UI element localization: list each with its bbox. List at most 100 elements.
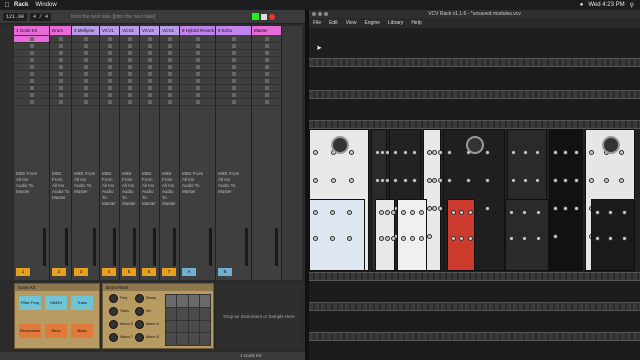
track-header[interactable]: 8 Hybrid Reverb	[180, 26, 215, 35]
stop-clip-icon[interactable]	[58, 100, 63, 104]
vcv-module[interactable]	[549, 129, 583, 271]
clip-slot[interactable]	[252, 43, 281, 50]
stop-clip-icon[interactable]	[195, 100, 200, 104]
clip-slot[interactable]	[50, 36, 71, 43]
jack[interactable]	[427, 234, 432, 239]
jack[interactable]	[385, 210, 391, 215]
drum-pad[interactable]	[166, 333, 177, 345]
jack[interactable]	[313, 178, 318, 183]
stop-clip-icon[interactable]	[195, 93, 200, 97]
routing-label[interactable]: Master	[102, 201, 119, 207]
clip-slot[interactable]	[120, 64, 139, 71]
jack[interactable]	[451, 236, 456, 241]
record-button[interactable]	[269, 13, 275, 20]
macro-knob[interactable]	[109, 320, 118, 329]
clip-slot[interactable]	[160, 43, 179, 50]
clip-slot[interactable]	[140, 50, 159, 57]
stop-clip-icon[interactable]	[29, 58, 34, 62]
clip-slot[interactable]	[50, 71, 71, 78]
clip-slot[interactable]	[120, 85, 139, 92]
track-activator[interactable]: 1	[16, 268, 30, 276]
track-header[interactable]: 9 Echo	[216, 26, 251, 35]
track-2[interactable]: 3 Mellyme MIDI From All Ins Audio To Master 3	[72, 26, 100, 280]
vcv-menu-item[interactable]: View	[346, 20, 357, 26]
clip-slot[interactable]	[50, 50, 71, 57]
jack[interactable]	[329, 210, 335, 215]
stop-clip-icon[interactable]	[264, 100, 269, 104]
track-activator[interactable]: 4	[102, 268, 116, 276]
stop-clip-icon[interactable]	[127, 72, 132, 76]
stop-clip-icon[interactable]	[264, 86, 269, 90]
routing-label[interactable]: MIDI From	[162, 171, 179, 183]
clip-slot[interactable]	[14, 99, 49, 106]
clip-slot[interactable]	[252, 50, 281, 57]
routing-label[interactable]: Audio To	[122, 189, 139, 201]
track-activator[interactable]: 3	[74, 268, 88, 276]
track-0[interactable]: 1 Gonk Kit MIDI From All Ins Audio To Master…	[14, 26, 50, 280]
jack[interactable]	[410, 236, 416, 241]
stop-clip-icon[interactable]	[264, 37, 269, 41]
jack[interactable]	[427, 150, 432, 155]
clip-slot[interactable]	[140, 64, 159, 71]
drum-pad-grid[interactable]	[165, 294, 211, 346]
routing-label[interactable]: Audio To	[142, 189, 159, 201]
stop-clip-icon[interactable]	[107, 44, 112, 48]
jack[interactable]	[467, 210, 473, 215]
drum-pad[interactable]	[177, 333, 188, 345]
clip-slot[interactable]	[120, 50, 139, 57]
stop-clip-icon[interactable]	[167, 65, 172, 69]
track-activator[interactable]: B	[218, 268, 232, 276]
stop-clip-icon[interactable]	[231, 58, 236, 62]
jack[interactable]	[402, 150, 408, 155]
macro-knob[interactable]	[135, 333, 144, 342]
clock[interactable]: Wed 4:23 PM	[588, 2, 624, 8]
stop-clip-icon[interactable]	[231, 93, 236, 97]
clip-slot[interactable]	[50, 43, 71, 50]
track-activator[interactable]: 5	[122, 268, 136, 276]
clip-slot[interactable]	[50, 85, 71, 92]
clip-slot[interactable]	[140, 36, 159, 43]
clip-slot[interactable]	[252, 85, 281, 92]
stop-clip-icon[interactable]	[29, 100, 34, 104]
drum-pad[interactable]	[177, 295, 188, 307]
jack[interactable]	[467, 236, 473, 241]
stop-clip-icon[interactable]	[83, 51, 88, 55]
track-4[interactable]: VCV2 MIDI From All Ins Audio To Master 5	[120, 26, 140, 280]
clip-slot[interactable]	[252, 71, 281, 78]
clip-slot[interactable]	[180, 71, 215, 78]
stop-clip-icon[interactable]	[58, 86, 63, 90]
clip-slot[interactable]	[100, 36, 119, 43]
drum-pad[interactable]	[166, 307, 177, 320]
clip-slot[interactable]	[72, 99, 99, 106]
clip-slot[interactable]	[160, 85, 179, 92]
stop-clip-icon[interactable]	[127, 37, 132, 41]
stop-clip-icon[interactable]	[83, 65, 88, 69]
clip-slot[interactable]	[252, 64, 281, 71]
vcv-menu-item[interactable]: Engine	[364, 20, 380, 26]
jack[interactable]	[484, 150, 490, 155]
jack[interactable]	[484, 206, 490, 211]
jack[interactable]	[459, 236, 465, 241]
clip-slot[interactable]	[160, 50, 179, 57]
clip-slot[interactable]	[120, 92, 139, 99]
menubar-item-window[interactable]: Window	[35, 2, 56, 8]
clip-slot[interactable]	[120, 78, 139, 85]
clip-slot[interactable]	[72, 57, 99, 64]
stop-clip-icon[interactable]	[29, 65, 34, 69]
vcv-module[interactable]	[397, 199, 427, 271]
drum-pad[interactable]	[188, 295, 199, 307]
track-9[interactable]: Master	[252, 26, 282, 280]
jack[interactable]	[523, 150, 529, 155]
routing-label[interactable]: Master	[74, 189, 99, 195]
drum-pad[interactable]	[199, 307, 210, 320]
macro-knob[interactable]	[109, 294, 118, 303]
clip-slot[interactable]	[252, 99, 281, 106]
stop-clip-icon[interactable]	[127, 93, 132, 97]
jack[interactable]	[589, 178, 594, 183]
routing-label[interactable]: Master	[122, 201, 139, 207]
clip-slot[interactable]	[72, 92, 99, 99]
stop-clip-icon[interactable]	[107, 100, 112, 104]
stop-clip-icon[interactable]	[127, 65, 132, 69]
drum-pad[interactable]	[199, 320, 210, 333]
clip-slot[interactable]	[160, 92, 179, 99]
